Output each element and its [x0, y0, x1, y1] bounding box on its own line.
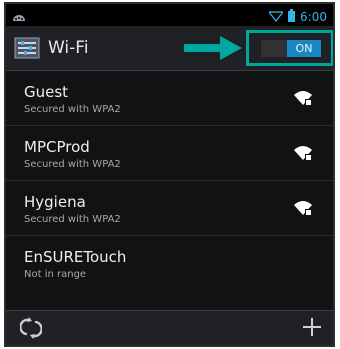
add-network-icon[interactable]: [301, 316, 323, 338]
bottom-action-bar: [6, 310, 333, 345]
network-row[interactable]: Guest Secured with WPA2: [6, 71, 333, 126]
network-status: Secured with WPA2: [24, 159, 121, 170]
wps-icon[interactable]: [19, 317, 43, 339]
network-ssid: Hygiena: [24, 193, 86, 211]
wifi-locked-icon: [293, 200, 313, 216]
network-ssid: Guest: [24, 83, 69, 101]
settings-app-icon[interactable]: [14, 35, 40, 61]
battery-icon: [288, 7, 296, 26]
network-ssid: MPCProd: [24, 138, 90, 156]
network-row[interactable]: MPCProd Secured with WPA2: [6, 126, 333, 181]
toggle-highlight-box: ON: [246, 30, 333, 66]
phone-screen: 6:00 Wi-Fi ON Guest Secured with WPA2 MP…: [4, 2, 335, 347]
wifi-locked-icon: [293, 145, 313, 161]
network-list: Guest Secured with WPA2 MPCProd Secured …: [6, 71, 333, 290]
action-bar: Wi-Fi ON: [6, 26, 333, 71]
network-row[interactable]: EnSURETouch Not in range: [6, 236, 333, 290]
clock: 6:00: [300, 9, 327, 24]
status-bar: 6:00: [6, 4, 333, 26]
wifi-toggle[interactable]: ON: [261, 40, 321, 57]
toggle-on-label: ON: [287, 40, 321, 57]
network-status: Not in range: [24, 269, 87, 280]
network-row[interactable]: Hygiena Secured with WPA2: [6, 181, 333, 236]
network-ssid: EnSURETouch: [24, 248, 127, 266]
network-status: Secured with WPA2: [24, 104, 121, 115]
page-title: Wi-Fi: [48, 38, 89, 58]
wifi-locked-icon: [293, 90, 313, 106]
network-status: Secured with WPA2: [24, 214, 121, 225]
wifi-status-icon: [267, 7, 285, 26]
notification-icon: [12, 8, 26, 27]
arrow-right-icon: [184, 36, 242, 60]
